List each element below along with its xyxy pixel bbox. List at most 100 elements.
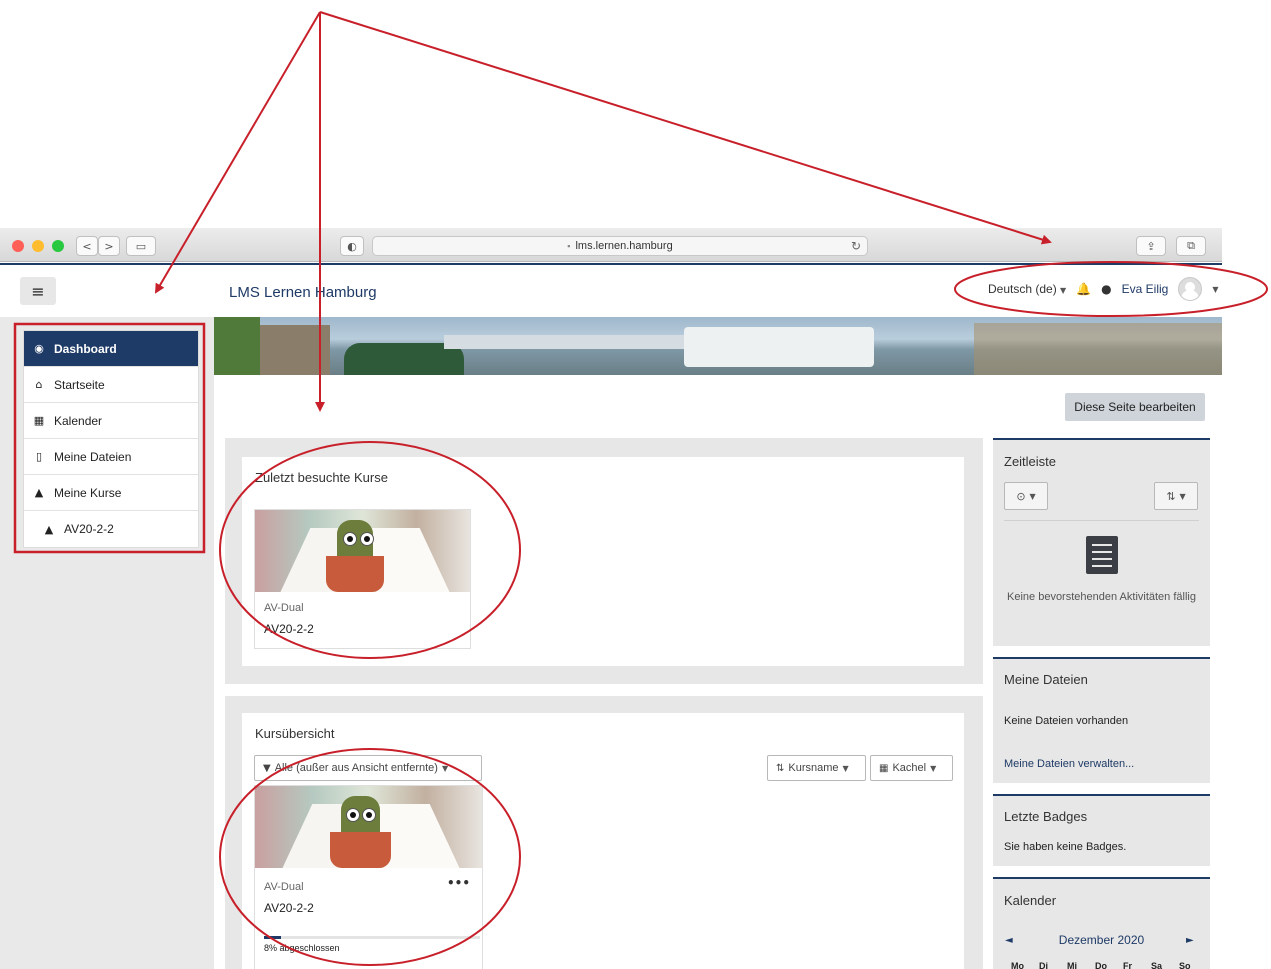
course-category: AV-Dual: [264, 881, 304, 893]
badges-empty-message: Sie haben keine Badges.: [1004, 841, 1127, 853]
course-progress-bar: [264, 936, 480, 939]
view-dropdown[interactable]: ▦ Kachel ▼: [870, 755, 953, 781]
nav-item-label: Startseite: [54, 377, 105, 392]
weekday-label: Do: [1095, 961, 1107, 969]
block-title: Meine Dateien: [1004, 672, 1088, 687]
sidebar-toggle-icon[interactable]: ▭: [126, 236, 156, 256]
weekday-label: Mo: [1011, 961, 1024, 969]
address-bar[interactable]: ▪ lms.lernen.hamburg ↻: [372, 236, 868, 256]
block-title: Kursübersicht: [255, 726, 335, 741]
tabs-overview-icon[interactable]: ⧉: [1176, 236, 1206, 256]
nav-item-label: Meine Kurse: [54, 485, 122, 500]
dashboard-icon: ◉: [34, 342, 44, 355]
sort-dropdown[interactable]: ⇅ Kursname ▼: [767, 755, 866, 781]
course-image[interactable]: [255, 786, 482, 868]
clock-icon: ⊙: [1016, 489, 1026, 503]
menu-toggle-button[interactable]: ≡: [20, 277, 56, 305]
course-category: AV-Dual: [264, 602, 304, 614]
empty-list-icon: [1086, 536, 1118, 574]
nav-item-meine-dateien[interactable]: ▯ Meine Dateien: [24, 439, 198, 475]
message-icon[interactable]: ●: [1101, 282, 1111, 296]
course-overview-block: Kursübersicht ▼ Alle (außer aus Ansicht …: [242, 713, 964, 969]
course-image[interactable]: [255, 510, 470, 592]
block-title: Kalender: [1004, 893, 1057, 908]
block-title: Zuletzt besuchte Kurse: [255, 470, 388, 485]
course-name[interactable]: AV20-2-2: [264, 622, 314, 636]
timeline-block: Zeitleiste ⊙ ▼ ⇅ ▼ Keine bevorstehenden Ak…: [993, 438, 1210, 646]
weekday-label: Di: [1039, 961, 1048, 969]
back-button[interactable]: <: [76, 236, 98, 256]
nav-item-label: Dashboard: [54, 341, 117, 356]
nav-item-dashboard[interactable]: ◉ Dashboard: [24, 331, 198, 367]
course-card[interactable]: AV-Dual AV20-2-2: [254, 509, 471, 649]
sort-icon: ⇅: [1166, 489, 1176, 503]
course-card[interactable]: AV-Dual ••• AV20-2-2 8% abgeschlossen: [254, 785, 483, 969]
share-icon[interactable]: ⇪: [1136, 236, 1166, 256]
course-name[interactable]: AV20-2-2: [264, 901, 314, 915]
chevron-down-icon: ▼: [441, 763, 449, 773]
lock-icon: ▪: [567, 241, 571, 251]
browser-toolbar: < > ▭ ◐ ▪ lms.lernen.hamburg ↻ ⇪ ⧉: [0, 228, 1222, 262]
recent-courses-region: Zuletzt besuchte Kurse AV-Dual AV20-2-2: [225, 438, 983, 684]
block-title: Letzte Badges: [1004, 809, 1088, 824]
chevron-down-icon: ▼: [842, 763, 849, 773]
timeline-sort-button[interactable]: ⇅ ▼: [1154, 482, 1198, 510]
filter-icon: ▼: [263, 762, 271, 774]
calendar-next-icon[interactable]: ►: [1186, 935, 1194, 946]
nav-item-startseite[interactable]: ⌂ Startseite: [24, 367, 198, 403]
annotation-arrow-to-toolbar: [319, 11, 1052, 245]
chevron-down-icon: ▼: [1029, 491, 1036, 501]
chevron-down-icon: ▼: [930, 763, 937, 773]
manage-files-link[interactable]: Meine Dateien verwalten...: [1004, 758, 1134, 770]
user-name[interactable]: Eva Eilig: [1122, 282, 1169, 296]
calendar-icon: ▦: [33, 414, 45, 427]
edit-page-button[interactable]: Diese Seite bearbeiten: [1065, 393, 1205, 421]
nav-item-kalender[interactable]: ▦ Kalender: [24, 403, 198, 439]
chevron-down-icon[interactable]: ▼: [1212, 285, 1218, 294]
chevron-down-icon: ▼: [1179, 491, 1186, 501]
chevron-down-icon: ▼: [1060, 286, 1067, 295]
graduation-cap-icon: ▲: [44, 522, 54, 536]
nav-drawer: ◉ Dashboard ⌂ Startseite ▦ Kalender ▯ Meine …: [0, 317, 214, 969]
course-actions-menu-icon[interactable]: •••: [447, 876, 470, 890]
timeline-date-filter-button[interactable]: ⊙ ▼: [1004, 482, 1048, 510]
weekday-label: Mi: [1067, 961, 1077, 969]
home-icon: ⌂: [35, 378, 43, 391]
reload-icon[interactable]: ↻: [851, 239, 861, 253]
my-files-block: Meine Dateien Keine Dateien vorhanden Me…: [993, 657, 1210, 783]
nav-item-label: Kalender: [54, 413, 103, 428]
calendar-weekdays: Mo Di Mi Do Fr Sa So: [1011, 961, 1207, 969]
timeline-empty-message: Keine bevorstehenden Aktivitäten fällig: [1007, 591, 1196, 603]
latest-badges-block: Letzte Badges Sie haben keine Badges.: [993, 794, 1210, 866]
nav-item-av20-2-2[interactable]: ▲ AV20-2-2: [24, 511, 198, 547]
address-url: lms.lernen.hamburg: [575, 240, 673, 252]
course-progress-label: 8% abgeschlossen: [264, 943, 340, 953]
graduation-cap-icon: ▲: [34, 486, 44, 499]
minimize-window-button[interactable]: [32, 240, 44, 252]
site-name[interactable]: LMS Lernen Hamburg: [229, 284, 377, 301]
bell-icon[interactable]: 🔔: [1076, 282, 1091, 296]
calendar-block: Kalender ◄ Dezember 2020 ► Mo Di Mi Do F…: [993, 877, 1210, 969]
view-label: Kachel: [892, 762, 927, 774]
course-filter-dropdown[interactable]: ▼ Alle (außer aus Ansicht entfernte) ▼: [254, 755, 482, 781]
language-label: Deutsch (de): [988, 282, 1057, 296]
maximize-window-button[interactable]: [52, 240, 64, 252]
close-window-button[interactable]: [12, 240, 24, 252]
weekday-label: Fr: [1123, 961, 1132, 969]
weekday-label: So: [1179, 961, 1191, 969]
hamburger-icon: ≡: [31, 281, 45, 301]
calendar-month: Dezember 2020: [1058, 933, 1145, 947]
nav-list: ◉ Dashboard ⌂ Startseite ▦ Kalender ▯ Meine …: [23, 330, 199, 548]
avatar[interactable]: [1178, 277, 1203, 301]
grid-icon: ▦: [879, 762, 889, 774]
nav-item-label: AV20-2-2: [64, 522, 114, 536]
nav-item-label: Meine Dateien: [54, 449, 132, 464]
language-selector[interactable]: Deutsch (de) ▼: [988, 282, 1066, 296]
nav-item-meine-kurse[interactable]: ▲ Meine Kurse: [24, 475, 198, 511]
weekday-label: Sa: [1151, 961, 1163, 969]
filter-label: Alle (außer aus Ansicht entfernte): [274, 762, 438, 774]
course-overview-region: Kursübersicht ▼ Alle (außer aus Ansicht …: [225, 696, 983, 969]
forward-button[interactable]: >: [98, 236, 120, 256]
privacy-shield-icon[interactable]: ◐: [340, 236, 364, 256]
header-banner-image: [214, 317, 1222, 375]
